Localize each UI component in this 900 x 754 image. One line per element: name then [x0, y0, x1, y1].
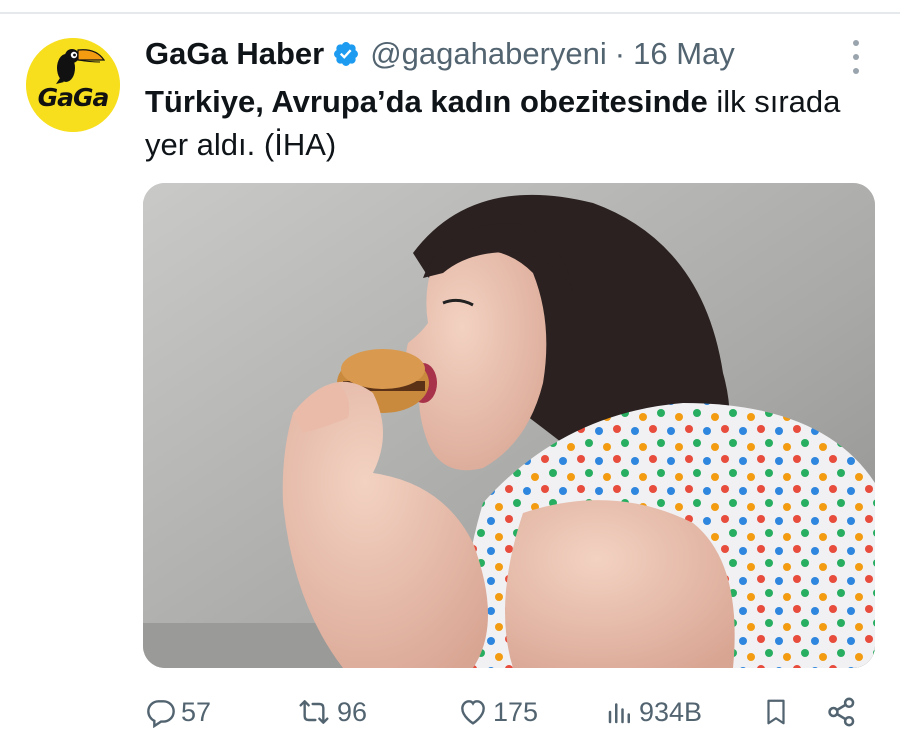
tweet[interactable]: GaGa GaGa Haber @gagahaberyeni · 16 May … — [0, 0, 900, 754]
handle[interactable]: @gagahaberyeni — [370, 36, 607, 72]
reply-count: 57 — [181, 696, 212, 727]
views-chart-icon — [608, 703, 630, 724]
avatar-logo-text: GaGa — [37, 83, 110, 112]
separator-dot: · — [614, 36, 626, 71]
reply-icon — [147, 700, 175, 728]
views-button[interactable]: 934B — [605, 690, 702, 734]
like-button[interactable]: 175 — [457, 690, 538, 734]
verified-badge-icon[interactable] — [332, 40, 360, 68]
tweet-text: Türkiye, Avrupa’da kadın obezitesinde il… — [145, 80, 845, 166]
photo-woman-eating-burger — [143, 183, 875, 668]
tweet-header: GaGa Haber @gagahaberyeni · 16 May — [145, 34, 735, 74]
repost-icon — [299, 700, 329, 724]
repost-count: 96 — [337, 696, 368, 727]
share-icon — [828, 697, 855, 727]
more-options-icon[interactable] — [846, 40, 866, 74]
action-bar: 57 96 175 934B — [145, 690, 875, 734]
views-count: 934B — [639, 696, 703, 727]
bookmark-icon — [767, 699, 785, 725]
heart-icon — [461, 700, 485, 725]
tweet-text-bold: Türkiye, Avrupa’da kadın obezitesinde — [145, 84, 708, 119]
display-name[interactable]: GaGa Haber — [145, 36, 324, 72]
tweet-image[interactable] — [143, 183, 875, 668]
share-button[interactable] — [825, 690, 859, 734]
repost-button[interactable]: 96 — [295, 690, 367, 734]
reply-button[interactable]: 57 — [145, 690, 211, 734]
avatar[interactable]: GaGa — [26, 38, 120, 132]
bookmark-button[interactable] — [761, 690, 791, 734]
timestamp[interactable]: 16 May — [633, 36, 735, 72]
like-count: 175 — [493, 696, 539, 727]
